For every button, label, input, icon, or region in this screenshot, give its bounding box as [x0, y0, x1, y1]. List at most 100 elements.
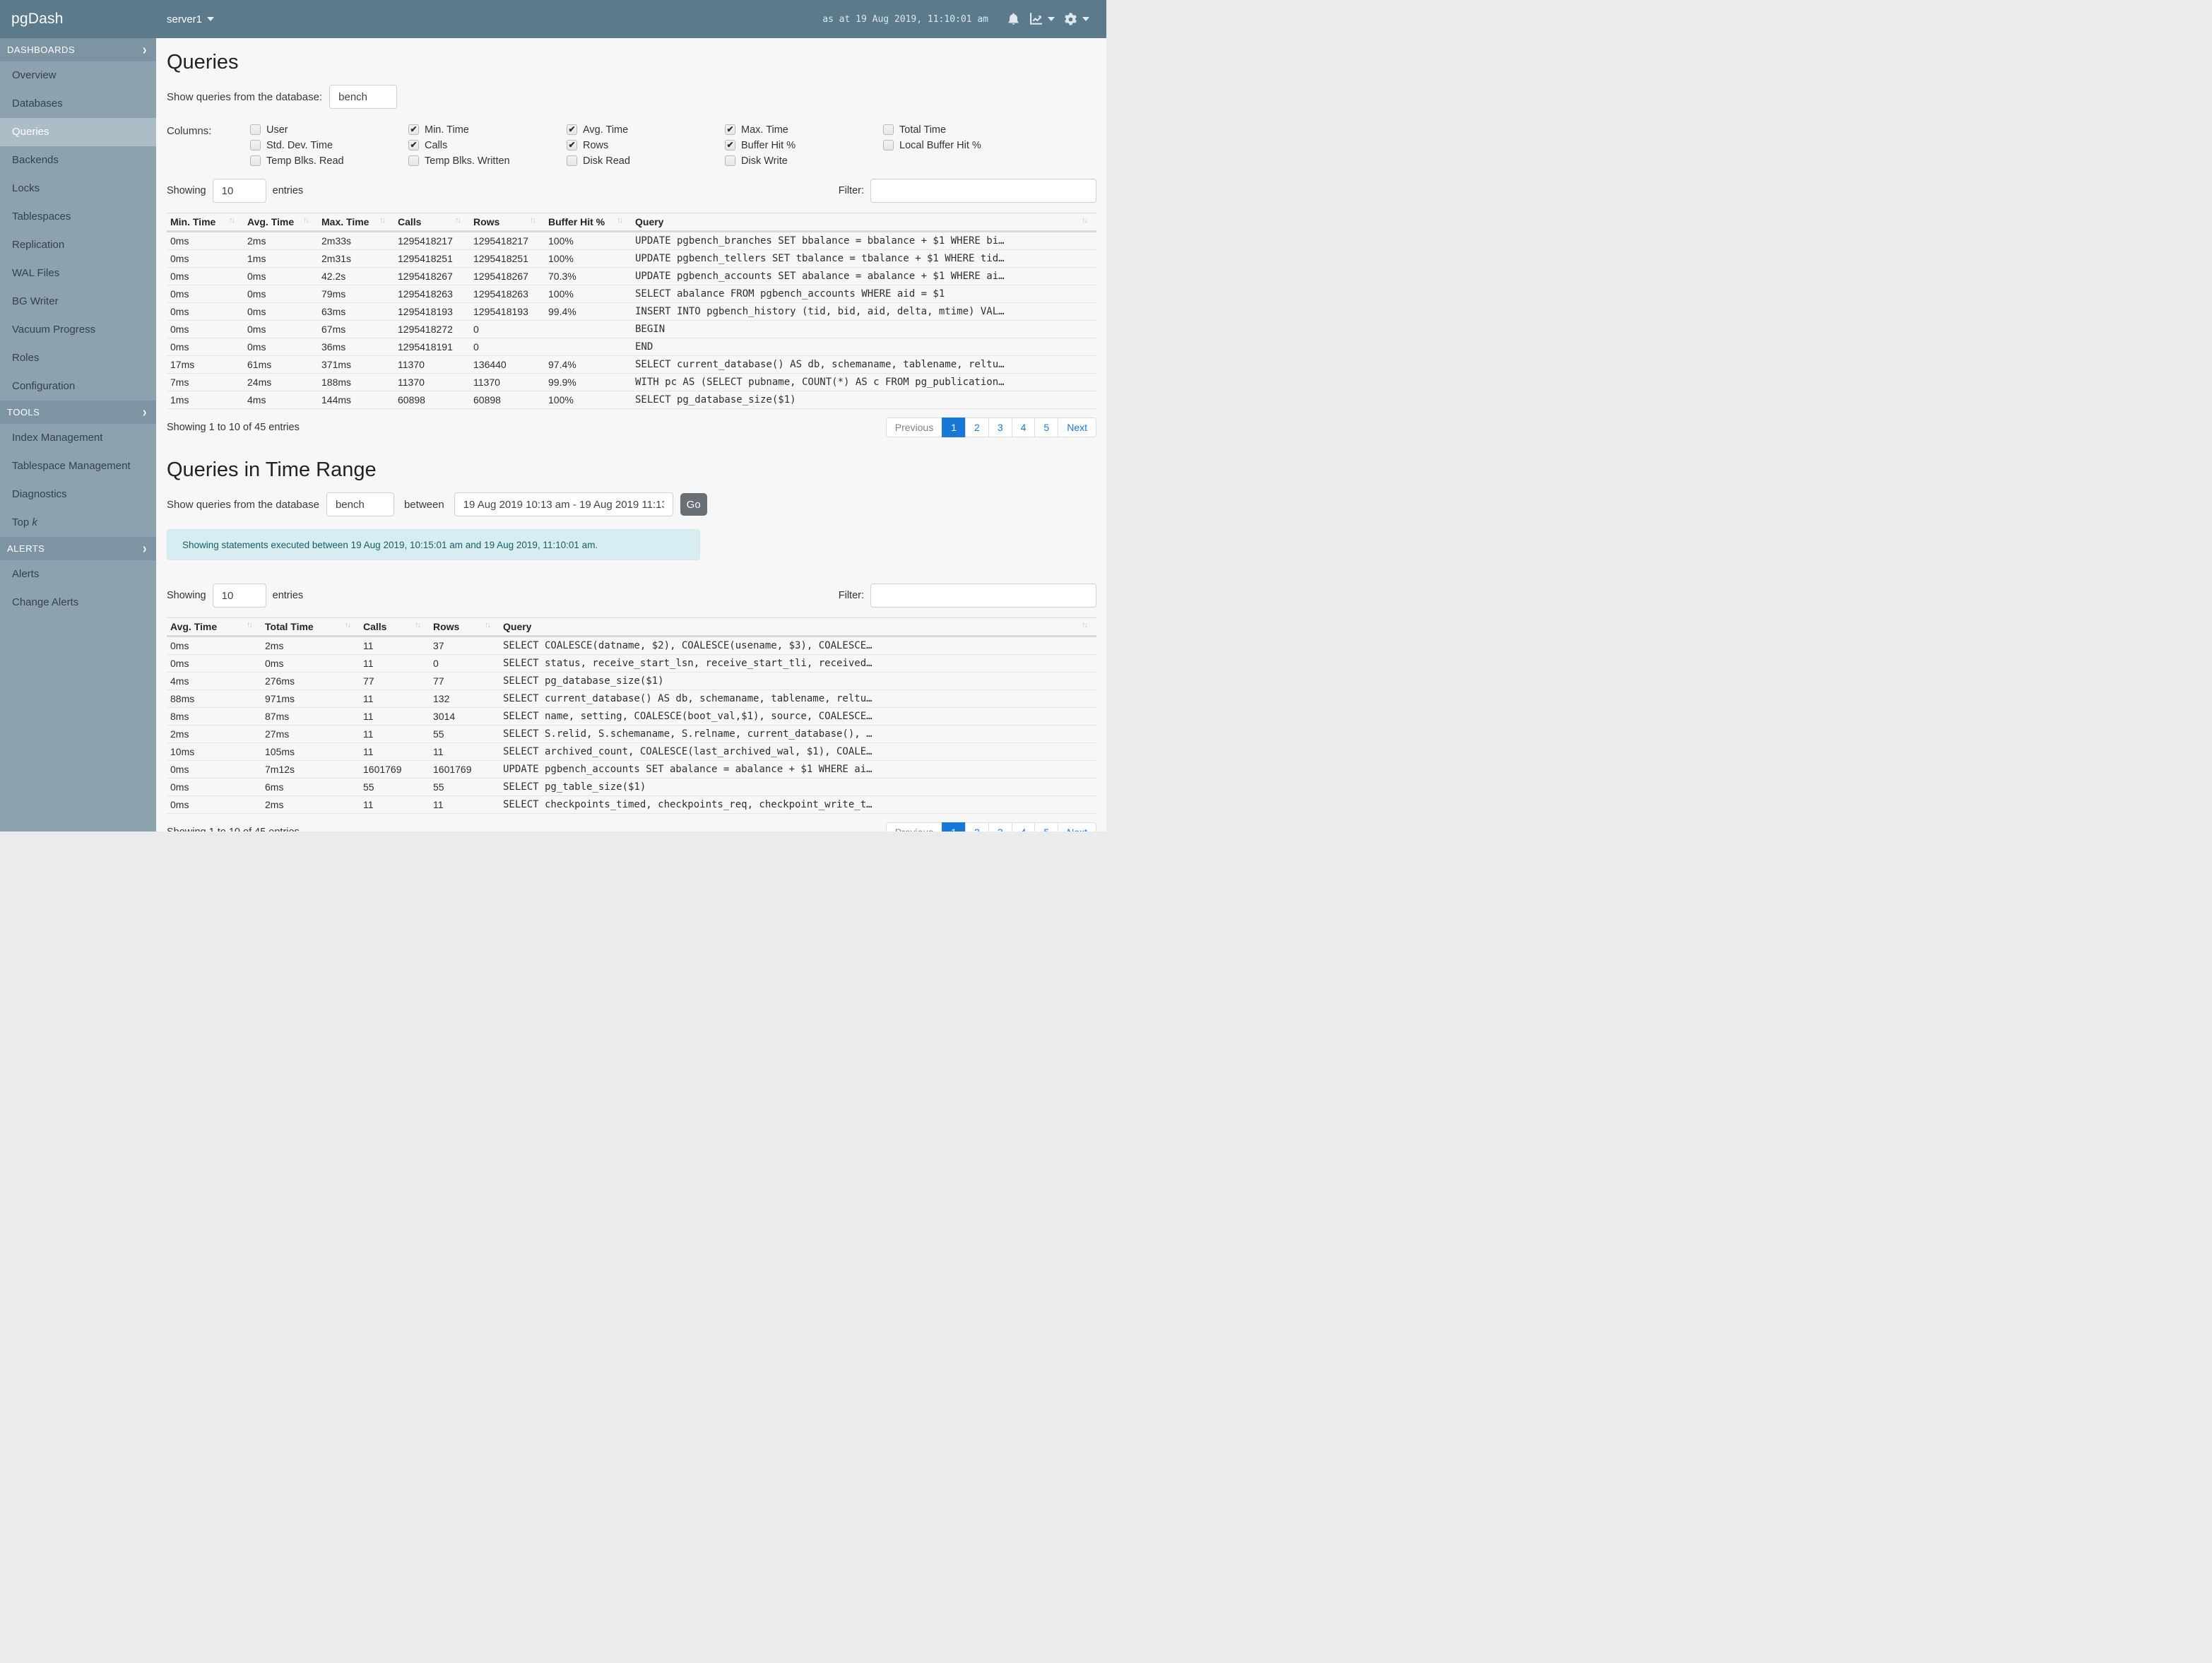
pagination-page-4[interactable]: 4: [1011, 418, 1036, 437]
pagination-page-2[interactable]: 2: [965, 822, 989, 832]
sidebar-item-replication[interactable]: Replication: [0, 231, 156, 259]
sort-icon[interactable]: ↑↓: [485, 621, 496, 629]
query-link[interactable]: UPDATE pgbench_accounts SET abalance = a…: [632, 267, 1096, 285]
sidebar-section-dashboards[interactable]: DASHBOARDS ›: [0, 38, 156, 61]
pagination-page-5[interactable]: 5: [1034, 822, 1059, 832]
filter-input[interactable]: [870, 584, 1096, 608]
query-link[interactable]: SELECT pg_database_size($1): [632, 391, 1096, 409]
settings-menu-button[interactable]: [1063, 12, 1089, 27]
sort-icon[interactable]: ↑↓: [345, 621, 356, 629]
entries-count-input[interactable]: [212, 584, 266, 608]
sidebar-item-index-management[interactable]: Index Management: [0, 424, 156, 452]
sidebar-section-tools[interactable]: TOOLS ›: [0, 401, 156, 424]
column-header-max-time[interactable]: Max. Time ↑↓: [318, 213, 394, 232]
pagination-page-3[interactable]: 3: [988, 418, 1012, 437]
go-button[interactable]: Go: [680, 493, 707, 516]
date-range-input[interactable]: [454, 492, 673, 516]
column-header-query[interactable]: Query ↑↓: [632, 213, 1096, 232]
sidebar-item-databases[interactable]: Databases: [0, 90, 156, 118]
sidebar-item-tablespaces[interactable]: Tablespaces: [0, 203, 156, 231]
query-link[interactable]: SELECT COALESCE(datname, $2), COALESCE(u…: [499, 637, 1096, 655]
query-link[interactable]: SELECT checkpoints_timed, checkpoints_re…: [499, 795, 1096, 814]
pagination-page-2[interactable]: 2: [965, 418, 989, 437]
query-link[interactable]: SELECT current_database() AS db, scheman…: [499, 690, 1096, 708]
query-link[interactable]: SELECT status, receive_start_lsn, receiv…: [499, 654, 1096, 673]
sort-icon[interactable]: ↑↓: [247, 621, 258, 629]
column-checkbox-max-time[interactable]: ✔ Max. Time: [725, 124, 883, 136]
sidebar-item-alerts[interactable]: Alerts: [0, 560, 156, 588]
sort-icon[interactable]: ↑↓: [229, 216, 240, 225]
sidebar-item-roles[interactable]: Roles: [0, 344, 156, 372]
column-header-calls[interactable]: Calls ↑↓: [360, 617, 430, 637]
column-checkbox-buffer-hit[interactable]: ✔ Buffer Hit %: [725, 140, 883, 151]
column-checkbox-local-buffer-hit[interactable]: Local Buffer Hit %: [883, 140, 981, 151]
column-checkbox-calls[interactable]: ✔ Calls: [408, 140, 567, 151]
sidebar-item-locks[interactable]: Locks: [0, 174, 156, 203]
pagination-page-4[interactable]: 4: [1011, 822, 1036, 832]
sidebar-item-overview[interactable]: Overview: [0, 61, 156, 90]
sort-icon[interactable]: ↑↓: [1082, 216, 1093, 225]
query-link[interactable]: UPDATE pgbench_branches SET bbalance = b…: [632, 232, 1096, 250]
column-header-total-time[interactable]: Total Time ↑↓: [261, 617, 360, 637]
pagination-next[interactable]: Next: [1058, 418, 1096, 437]
column-checkbox-std-dev-time[interactable]: Std. Dev. Time: [250, 140, 408, 151]
column-header-buffer-hit[interactable]: Buffer Hit % ↑↓: [545, 213, 632, 232]
query-link[interactable]: SELECT pg_database_size($1): [499, 672, 1096, 690]
column-checkbox-temp-blks-read[interactable]: Temp Blks. Read: [250, 155, 408, 167]
column-header-avg-time[interactable]: Avg. Time ↑↓: [244, 213, 318, 232]
notifications-button[interactable]: [1007, 12, 1020, 26]
column-header-min-time[interactable]: Min. Time ↑↓: [167, 213, 244, 232]
query-link[interactable]: SELECT S.relid, S.schemaname, S.relname,…: [499, 725, 1096, 743]
column-checkbox-user[interactable]: User: [250, 124, 408, 136]
sidebar-item-bg-writer[interactable]: BG Writer: [0, 288, 156, 316]
database-input[interactable]: [329, 85, 398, 109]
query-link[interactable]: SELECT pg_table_size($1): [499, 778, 1096, 796]
sort-icon[interactable]: ↑↓: [379, 216, 391, 225]
column-checkbox-rows[interactable]: ✔ Rows: [567, 140, 725, 151]
sidebar-item-configuration[interactable]: Configuration: [0, 372, 156, 401]
entries-count-input[interactable]: [212, 179, 266, 203]
query-link[interactable]: END: [632, 338, 1096, 356]
sort-icon[interactable]: ↑↓: [530, 216, 541, 225]
sidebar-item-backends[interactable]: Backends: [0, 146, 156, 174]
sort-icon[interactable]: ↑↓: [415, 621, 426, 629]
sidebar-item-top-k[interactable]: Top k: [0, 509, 156, 537]
pagination-previous[interactable]: Previous: [885, 822, 943, 832]
sidebar-item-change-alerts[interactable]: Change Alerts: [0, 588, 156, 617]
query-link[interactable]: UPDATE pgbench_accounts SET abalance = a…: [499, 760, 1096, 779]
column-checkbox-avg-time[interactable]: ✔ Avg. Time: [567, 124, 725, 136]
sort-icon[interactable]: ↑↓: [1082, 621, 1093, 629]
query-link[interactable]: SELECT name, setting, COALESCE(boot_val,…: [499, 707, 1096, 726]
database-input[interactable]: [326, 492, 394, 516]
sidebar-item-diagnostics[interactable]: Diagnostics: [0, 480, 156, 509]
server-selector[interactable]: server1: [167, 13, 215, 25]
sort-icon[interactable]: ↑↓: [303, 216, 314, 225]
pagination-page-1[interactable]: 1: [942, 822, 966, 832]
column-checkbox-disk-write[interactable]: Disk Write: [725, 155, 883, 167]
column-header-avg-time[interactable]: Avg. Time ↑↓: [167, 617, 261, 637]
column-header-rows[interactable]: Rows ↑↓: [430, 617, 499, 637]
sidebar-item-wal-files[interactable]: WAL Files: [0, 259, 156, 288]
query-link[interactable]: SELECT abalance FROM pgbench_accounts WH…: [632, 285, 1096, 303]
pagination-page-5[interactable]: 5: [1034, 418, 1059, 437]
column-checkbox-disk-read[interactable]: Disk Read: [567, 155, 725, 167]
sort-icon[interactable]: ↑↓: [617, 216, 628, 225]
column-header-query[interactable]: Query ↑↓: [499, 617, 1096, 637]
column-checkbox-min-time[interactable]: ✔ Min. Time: [408, 124, 567, 136]
query-link[interactable]: INSERT INTO pgbench_history (tid, bid, a…: [632, 302, 1096, 321]
pagination-next[interactable]: Next: [1058, 822, 1096, 832]
query-link[interactable]: WITH pc AS (SELECT pubname, COUNT(*) AS …: [632, 373, 1096, 391]
sidebar-section-alerts[interactable]: ALERTS ›: [0, 537, 156, 560]
sort-icon[interactable]: ↑↓: [455, 216, 466, 225]
sidebar-item-tablespace-management[interactable]: Tablespace Management: [0, 452, 156, 480]
query-link[interactable]: UPDATE pgbench_tellers SET tbalance = tb…: [632, 249, 1096, 268]
column-checkbox-total-time[interactable]: Total Time: [883, 124, 981, 136]
query-link[interactable]: SELECT archived_count, COALESCE(last_arc…: [499, 742, 1096, 761]
pagination-previous[interactable]: Previous: [885, 418, 943, 437]
column-header-rows[interactable]: Rows ↑↓: [470, 213, 545, 232]
pagination-page-3[interactable]: 3: [988, 822, 1012, 832]
query-link[interactable]: SELECT current_database() AS db, scheman…: [632, 355, 1096, 374]
sidebar-item-vacuum-progress[interactable]: Vacuum Progress: [0, 316, 156, 344]
query-link[interactable]: BEGIN: [632, 320, 1096, 338]
column-checkbox-temp-blks-written[interactable]: Temp Blks. Written: [408, 155, 567, 167]
